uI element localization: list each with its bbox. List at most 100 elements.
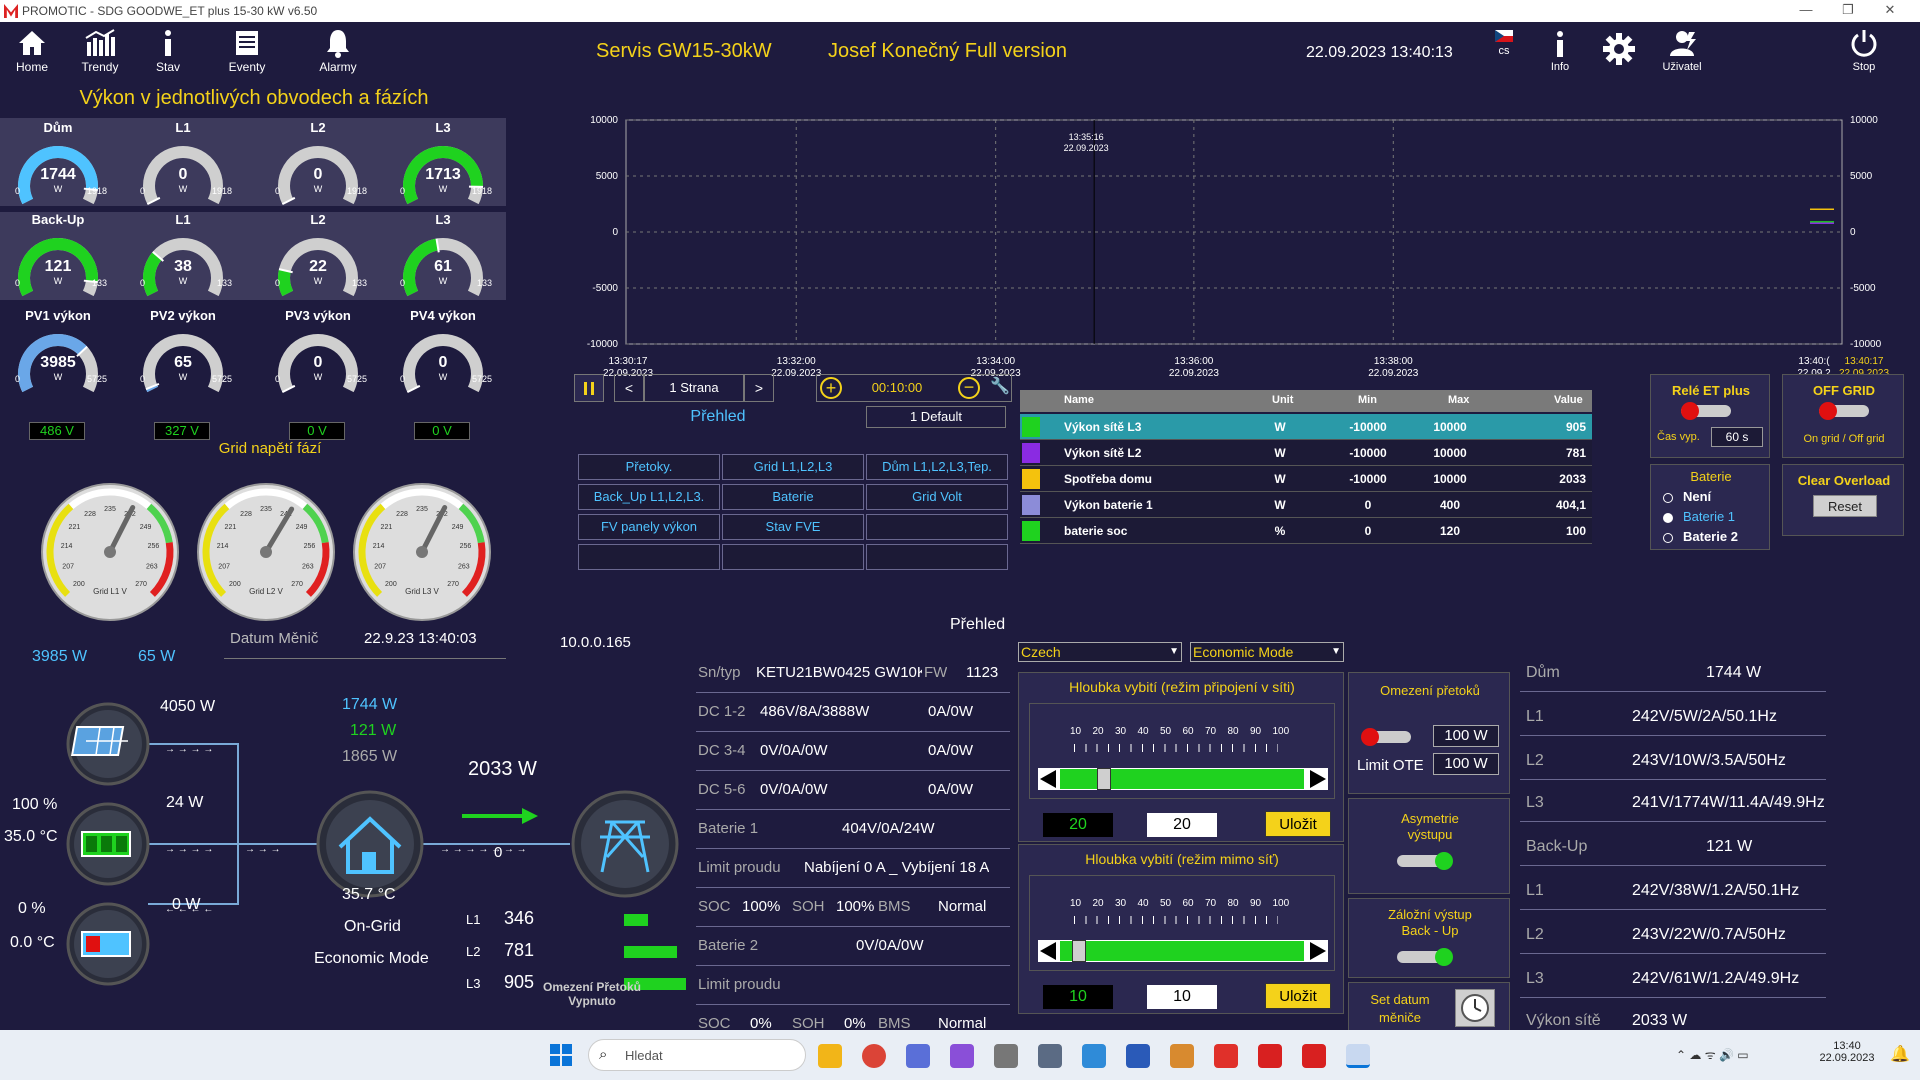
offgrid-toggle[interactable] xyxy=(1819,402,1869,420)
reset-button[interactable]: Reset xyxy=(1813,495,1877,517)
trend-group-button[interactable]: Grid Volt xyxy=(866,484,1008,510)
summary-row: Dům 1744 W xyxy=(1520,654,1826,692)
slider-right-arrow-icon[interactable] xyxy=(1310,942,1326,960)
trend-group-button[interactable]: FV panely výkon xyxy=(578,514,720,540)
legend-row[interactable]: Výkon sítě L3 W -10000 10000 905 xyxy=(1020,414,1592,440)
app-icon-5[interactable] xyxy=(1214,1044,1238,1068)
save-button[interactable]: Uložit xyxy=(1265,983,1331,1009)
trend-group-button[interactable] xyxy=(866,544,1008,570)
cas-input[interactable]: 60 s xyxy=(1711,427,1763,447)
legend-row[interactable]: baterie soc% 0 120 100 xyxy=(1020,518,1592,544)
pv-panel-node xyxy=(66,702,150,786)
depth-input[interactable]: 10 xyxy=(1147,985,1217,1009)
preset-select[interactable]: 1 Default xyxy=(866,406,1006,428)
notification-icon[interactable]: 🔔 xyxy=(1890,1044,1910,1064)
taskbar: ⌕ Hledat ⌃ ☁ ᯤ 🔊 ▭ 13:40 22.09.2023 🔔 xyxy=(0,1030,1920,1080)
slider-right-arrow-icon[interactable] xyxy=(1310,770,1326,788)
promotic-icon-2[interactable] xyxy=(1302,1044,1326,1068)
slider-left-arrow-icon[interactable] xyxy=(1040,942,1056,960)
trend-group-button[interactable] xyxy=(578,544,720,570)
trend-group-button[interactable]: Back_Up L1,L2,L3. xyxy=(578,484,720,510)
close-button[interactable]: ✕ xyxy=(1870,2,1910,20)
trend-group-button[interactable]: Grid L1,L2,L3 xyxy=(722,454,864,480)
trend-group-button[interactable] xyxy=(722,544,864,570)
file-explorer-icon[interactable] xyxy=(818,1044,842,1068)
omezeni-input[interactable]: 100 W xyxy=(1433,725,1499,747)
slider-thumb[interactable] xyxy=(1097,768,1111,790)
backup-output-toggle[interactable] xyxy=(1397,948,1453,966)
legend-value: 781 xyxy=(1565,446,1586,460)
calculator-icon[interactable] xyxy=(994,1044,1018,1068)
slider-thumb[interactable] xyxy=(1072,940,1086,962)
maximize-button[interactable]: ❐ xyxy=(1828,2,1868,20)
pause-button[interactable] xyxy=(574,374,604,402)
active-app-icon[interactable] xyxy=(1346,1044,1370,1068)
app-icon-1[interactable] xyxy=(906,1044,930,1068)
trend-group-button[interactable]: Stav FVE xyxy=(722,514,864,540)
trend-group-button[interactable]: Dům L1,L2,L3,Tep. xyxy=(866,454,1008,480)
battery-option[interactable]: Baterie 1 xyxy=(1663,509,1735,524)
zoom-out-button[interactable]: − xyxy=(958,377,980,399)
page-next-button[interactable]: > xyxy=(744,374,774,402)
legend-name: Spotřeba domu xyxy=(1064,472,1153,486)
depth-off-panel: Hloubka vybití (režim mimo síť) 10 20 30 40… xyxy=(1018,844,1344,1014)
language-button[interactable]: cs xyxy=(1490,30,1518,57)
language-select[interactable]: Czech ▼ xyxy=(1018,642,1182,662)
zoom-in-button[interactable]: + xyxy=(820,377,842,399)
legend-row[interactable]: Spotřeba domu W -10000 10000 2033 xyxy=(1020,466,1592,492)
limit-ote-input[interactable]: 100 W xyxy=(1433,753,1499,775)
user-label: Uživatel xyxy=(1662,61,1702,73)
trend-group-button[interactable] xyxy=(866,514,1008,540)
stop-button[interactable]: Stop xyxy=(1842,28,1886,73)
omezeni-title: Omezení přetoků xyxy=(1380,683,1480,698)
legend-row[interactable]: Výkon baterie 1 W 0 400 404,1 xyxy=(1020,492,1592,518)
taskbar-clock[interactable]: 13:40 22.09.2023 xyxy=(1812,1040,1882,1064)
minimize-button[interactable]: — xyxy=(1786,2,1826,20)
wrench-icon[interactable]: 🔧 xyxy=(990,376,1010,400)
nav-stav[interactable]: Stav xyxy=(136,28,200,88)
settings-app-icon[interactable] xyxy=(1038,1044,1062,1068)
promotic-icon-1[interactable] xyxy=(1258,1044,1282,1068)
summary-label: L1 xyxy=(1526,882,1544,899)
tray-icons[interactable]: ⌃ ☁ ᯤ 🔊 ▭ xyxy=(1676,1046,1749,1063)
app-icon-3[interactable] xyxy=(1082,1044,1106,1068)
depth-input[interactable]: 20 xyxy=(1147,813,1217,837)
nav-home[interactable]: Home xyxy=(0,28,64,88)
gauge-arc xyxy=(18,238,98,297)
depth-slider[interactable] xyxy=(1038,940,1328,962)
mode-select[interactable]: Economic Mode ▼ xyxy=(1190,642,1344,662)
scale-label: 10 xyxy=(1070,726,1082,737)
settings-button[interactable] xyxy=(1602,32,1636,71)
info-sn-value: KETU21BW0425 GW10K xyxy=(756,664,922,681)
grid-gauge-tick: 256 xyxy=(460,543,472,550)
slider-left-arrow-icon[interactable] xyxy=(1040,770,1056,788)
page-prev-button[interactable]: < xyxy=(614,374,644,402)
asymmetry-toggle[interactable] xyxy=(1397,852,1453,870)
battery-option[interactable]: Není xyxy=(1663,489,1711,504)
trend-group-button[interactable]: Přetoky. xyxy=(578,454,720,480)
save-button[interactable]: Uložit xyxy=(1265,811,1331,837)
set-date-button[interactable] xyxy=(1455,989,1495,1027)
trend-chart[interactable]: 10000 10000 5000 5000 0 0 -5000 -5000 -10000 -100… xyxy=(572,92,1920,392)
nav-alarmy-label: Alarmy xyxy=(319,60,357,74)
nav-eventy[interactable]: Eventy xyxy=(215,28,279,88)
rele-toggle[interactable] xyxy=(1681,402,1731,420)
info-button[interactable]: Info xyxy=(1546,30,1574,73)
gauge-value: 0 xyxy=(313,354,323,371)
grid-gauge-tick: 249 xyxy=(296,524,308,531)
nav-trendy[interactable]: Trendy xyxy=(68,28,132,88)
save-app-icon[interactable] xyxy=(1126,1044,1150,1068)
omezeni-toggle[interactable] xyxy=(1361,728,1411,746)
app-icon-2[interactable] xyxy=(950,1044,974,1068)
scale-label: 60 xyxy=(1182,898,1194,909)
app-icon-4[interactable] xyxy=(1170,1044,1194,1068)
depth-slider[interactable] xyxy=(1038,768,1328,790)
legend-row[interactable]: Výkon sítě L2 W -10000 10000 781 xyxy=(1020,440,1592,466)
taskbar-search[interactable]: ⌕ Hledat xyxy=(588,1039,806,1071)
nav-alarmy[interactable]: Alarmy xyxy=(306,28,370,88)
chrome-icon[interactable] xyxy=(862,1044,886,1068)
trend-group-button[interactable]: Baterie xyxy=(722,484,864,510)
battery-option[interactable]: Baterie 2 xyxy=(1663,529,1738,544)
windows-start-button[interactable] xyxy=(550,1044,572,1066)
user-button[interactable]: Uživatel xyxy=(1660,28,1704,73)
